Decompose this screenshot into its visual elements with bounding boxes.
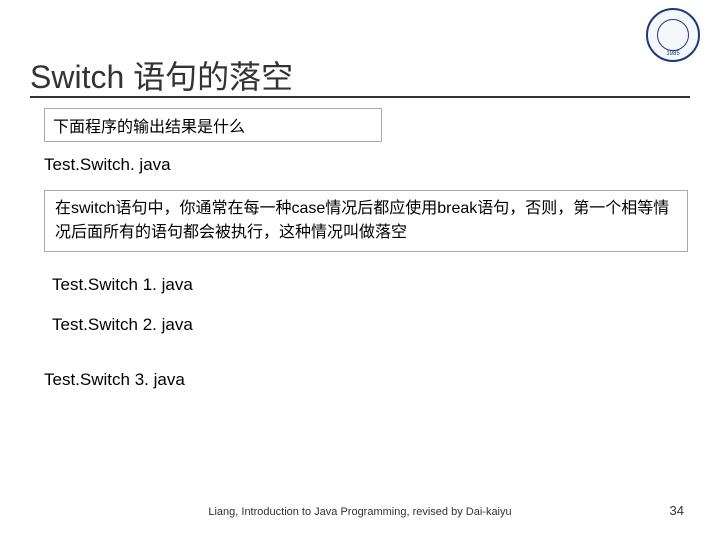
page-number: 34 xyxy=(670,503,684,518)
file-label-3: Test.Switch 2. java xyxy=(52,315,193,335)
logo-year: 1985 xyxy=(648,51,698,57)
slide-title: Switch 语句的落空 xyxy=(30,52,293,98)
university-logo: 1985 xyxy=(646,8,700,62)
title-underline xyxy=(30,96,690,98)
file-label-4: Test.Switch 3. java xyxy=(44,370,185,390)
logo-inner-circle xyxy=(657,19,689,51)
file-label-1: Test.Switch. java xyxy=(44,155,171,175)
question-box: 下面程序的输出结果是什么 xyxy=(44,108,382,142)
explanation-box: 在switch语句中，你通常在每一种case情况后都应使用break语句，否则，… xyxy=(44,190,688,252)
footer-citation: Liang, Introduction to Java Programming,… xyxy=(0,506,720,518)
file-label-2: Test.Switch 1. java xyxy=(52,275,193,295)
